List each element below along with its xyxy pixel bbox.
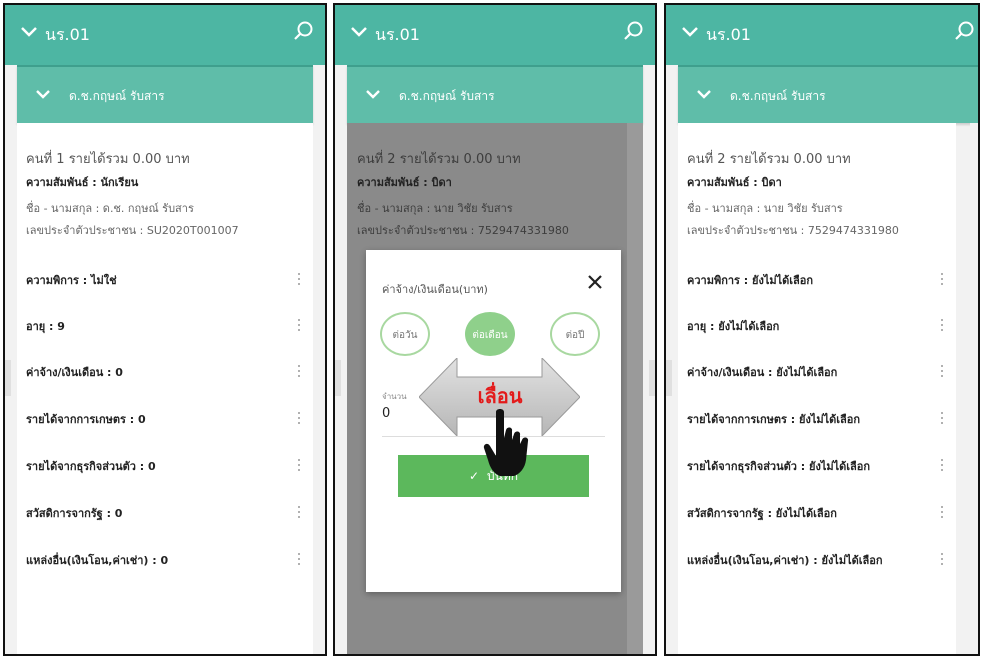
list-item-wage[interactable]: ค่าจ้าง/เงินเดือน : ยังไม่ได้เลือก [687, 363, 946, 383]
app-header: นร.01 [335, 5, 655, 65]
member-id: เลขประจำตัวประชาชน : 7529474331980 [687, 224, 899, 237]
student-section-header[interactable]: ด.ช.กฤษณ์ รับสาร [17, 65, 313, 123]
list-item-welfare[interactable]: สวัสดิการจากรัฐ : 0 [26, 504, 303, 524]
list-item-wage[interactable]: ค่าจ้าง/เงินเดือน : 0 [26, 363, 303, 383]
item-label: รายได้จากการเกษตร : 0 [26, 413, 146, 426]
item-label: อายุ : ยังไม่ได้เลือก [687, 320, 780, 333]
left-scroll-handle [5, 360, 11, 396]
more-vertical-icon[interactable] [940, 459, 944, 475]
student-section-header[interactable]: ด.ช.กฤษณ์ รับสาร [347, 65, 643, 123]
period-option-month[interactable]: ต่อเดือน [465, 312, 515, 356]
app-title: นร.01 [45, 25, 90, 44]
list-item-other-income[interactable]: แหล่งอื่น(เงินโอน,ค่าเช่า) : ยังไม่ได้เล… [687, 551, 946, 571]
list-item-other-income[interactable]: แหล่งอื่น(เงินโอน,ค่าเช่า) : 0 [26, 551, 303, 571]
chevron-down-icon [697, 90, 711, 99]
member-relation: ความสัมพันธ์ : บิดา [357, 176, 452, 189]
section-title: ด.ช.กฤษณ์ รับสาร [399, 89, 495, 103]
member-card-content: คนที่ 1 รายได้รวม 0.00 บาท ความสัมพันธ์ … [26, 123, 303, 654]
chevron-down-icon [366, 90, 380, 99]
item-label: รายได้จากธุรกิจส่วนตัว : ยังไม่ได้เลือก [687, 460, 871, 473]
more-vertical-icon[interactable] [297, 506, 301, 522]
member-card: คนที่ 2 รายได้รวม 0.00 บาท ความสัมพันธ์ … [678, 123, 956, 654]
screen-panel-2: นร.01 ด.ช.กฤษณ์ รับสาร คนที่ 2 รายได้รวม… [333, 3, 657, 656]
item-label: ความพิการ : ยังไม่ได้เลือก [687, 274, 814, 287]
chevron-down-icon[interactable] [19, 22, 39, 42]
list-item-age[interactable]: อายุ : 9 [26, 317, 303, 337]
screen-panel-3: นร.01 ด.ช.กฤษณ์ รับสาร คนที่ 2 รายได้รวม… [664, 3, 980, 656]
search-icon[interactable] [954, 20, 976, 42]
item-label: ความพิการ : ไม่ใช่ [26, 274, 117, 287]
list-item-business-income[interactable]: รายได้จากธุรกิจส่วนตัว : ยังไม่ได้เลือก [687, 457, 946, 477]
more-vertical-icon[interactable] [940, 506, 944, 522]
more-vertical-icon[interactable] [297, 412, 301, 428]
list-item-disability[interactable]: ความพิการ : ยังไม่ได้เลือก [687, 271, 946, 291]
item-label: สวัสดิการจากรัฐ : ยังไม่ได้เลือก [687, 507, 837, 520]
member-id: เลขประจำตัวประชาชน : SU2020T001007 [26, 224, 239, 237]
item-label: ค่าจ้าง/เงินเดือน : 0 [26, 366, 123, 379]
item-label: ค่าจ้าง/เงินเดือน : ยังไม่ได้เลือก [687, 366, 838, 379]
more-vertical-icon[interactable] [297, 273, 301, 289]
search-icon[interactable] [293, 20, 315, 42]
right-rail [970, 123, 978, 654]
item-label: รายได้จากการเกษตร : ยังไม่ได้เลือก [687, 413, 861, 426]
list-item-business-income[interactable]: รายได้จากธุรกิจส่วนตัว : 0 [26, 457, 303, 477]
item-label: แหล่งอื่น(เงินโอน,ค่าเช่า) : 0 [26, 554, 169, 567]
item-label: อายุ : 9 [26, 320, 65, 333]
more-vertical-icon[interactable] [297, 553, 301, 569]
app-title: นร.01 [375, 25, 420, 44]
member-relation: ความสัมพันธ์ : บิดา [687, 176, 782, 189]
amount-value: 0 [382, 406, 391, 421]
close-icon[interactable] [587, 274, 603, 290]
left-scroll-handle [666, 360, 672, 396]
member-card-content: คนที่ 2 รายได้รวม 0.00 บาท ความสัมพันธ์ … [687, 123, 946, 654]
right-scroll-handle [649, 360, 655, 396]
more-vertical-icon[interactable] [940, 412, 944, 428]
member-card: คนที่ 1 รายได้รวม 0.00 บาท ความสัมพันธ์ … [17, 123, 313, 654]
item-label: สวัสดิการจากรัฐ : 0 [26, 507, 123, 520]
list-item-agri-income[interactable]: รายได้จากการเกษตร : ยังไม่ได้เลือก [687, 410, 946, 430]
app-title: นร.01 [706, 25, 751, 44]
member-name: ชื่อ - นามสกุล : นาย วิชัย รับสาร [357, 202, 513, 215]
member-name: ชื่อ - นามสกุล : ด.ช. กฤษณ์ รับสาร [26, 202, 194, 215]
left-scroll-handle [335, 360, 341, 396]
period-option-year[interactable]: ต่อปี [550, 312, 600, 356]
dialog-title: ค่าจ้าง/เงินเดือน(บาท) [382, 283, 488, 296]
list-item-disability[interactable]: ความพิการ : ไม่ใช่ [26, 271, 303, 291]
item-label: รายได้จากธุรกิจส่วนตัว : 0 [26, 460, 156, 473]
item-label: แหล่งอื่น(เงินโอน,ค่าเช่า) : ยังไม่ได้เล… [687, 554, 883, 567]
section-title: ด.ช.กฤษณ์ รับสาร [69, 89, 165, 103]
more-vertical-icon[interactable] [940, 273, 944, 289]
more-vertical-icon[interactable] [940, 553, 944, 569]
member-income-header: คนที่ 1 รายได้รวม 0.00 บาท [26, 152, 190, 167]
member-id: เลขประจำตัวประชาชน : 7529474331980 [357, 224, 569, 237]
chevron-down-icon[interactable] [680, 22, 700, 42]
app-header: นร.01 [5, 5, 325, 65]
chevron-down-icon [36, 90, 50, 99]
period-option-day[interactable]: ต่อวัน [380, 312, 430, 356]
app-header: นร.01 [666, 5, 978, 65]
chevron-down-icon[interactable] [349, 22, 369, 42]
list-item-age[interactable]: อายุ : ยังไม่ได้เลือก [687, 317, 946, 337]
member-income-header: คนที่ 2 รายได้รวม 0.00 บาท [687, 152, 851, 167]
member-relation: ความสัมพันธ์ : นักเรียน [26, 176, 139, 189]
pointing-hand-icon [483, 409, 529, 476]
more-vertical-icon[interactable] [297, 459, 301, 475]
screen-panel-1: นร.01 ด.ช.กฤษณ์ รับสาร คนที่ 1 รายได้รวม… [3, 3, 327, 656]
more-vertical-icon[interactable] [940, 319, 944, 335]
more-vertical-icon[interactable] [297, 319, 301, 335]
member-income-header: คนที่ 2 รายได้รวม 0.00 บาท [357, 152, 521, 167]
list-item-agri-income[interactable]: รายได้จากการเกษตร : 0 [26, 410, 303, 430]
more-vertical-icon[interactable] [940, 365, 944, 381]
student-section-header[interactable]: ด.ช.กฤษณ์ รับสาร [678, 65, 978, 123]
backdrop-rail [627, 123, 643, 654]
more-vertical-icon[interactable] [297, 365, 301, 381]
section-title: ด.ช.กฤษณ์ รับสาร [730, 89, 826, 103]
search-icon[interactable] [623, 20, 645, 42]
list-item-welfare[interactable]: สวัสดิการจากรัฐ : ยังไม่ได้เลือก [687, 504, 946, 524]
member-name: ชื่อ - นามสกุล : นาย วิชัย รับสาร [687, 202, 843, 215]
